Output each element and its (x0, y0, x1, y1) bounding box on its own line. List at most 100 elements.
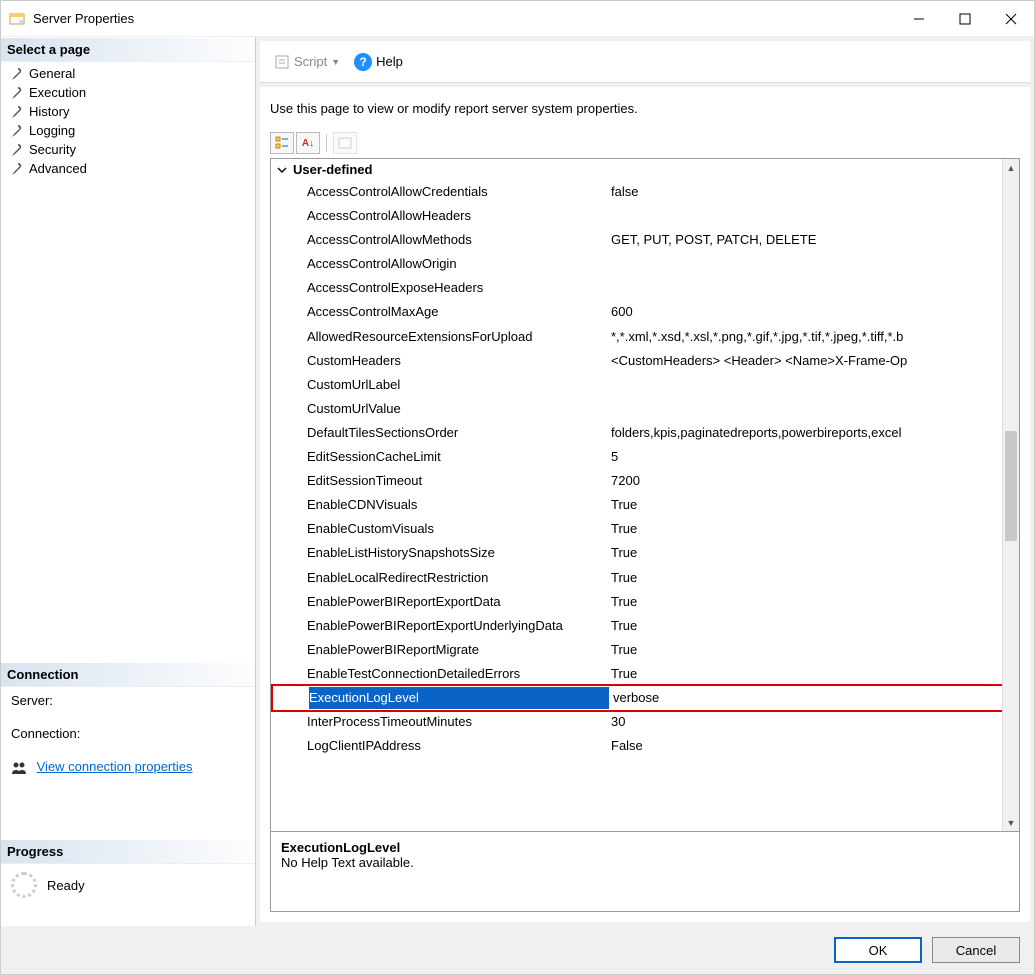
property-row[interactable]: AccessControlExposeHeaders (271, 276, 1019, 300)
property-value[interactable]: False (607, 735, 1019, 757)
property-value[interactable]: GET, PUT, POST, PATCH, DELETE (607, 229, 1019, 251)
categorized-icon (275, 136, 289, 150)
scroll-thumb[interactable] (1005, 431, 1017, 541)
property-row[interactable]: AccessControlMaxAge600 (271, 300, 1019, 324)
toolbar-separator (326, 134, 327, 152)
property-name: EnableTestConnectionDetailedErrors (307, 663, 607, 685)
page-item-logging[interactable]: Logging (5, 121, 251, 140)
minimize-button[interactable] (896, 3, 942, 35)
property-name: AccessControlAllowHeaders (307, 205, 607, 227)
server-properties-dialog: Server Properties Select a page GeneralE… (0, 0, 1035, 975)
titlebar[interactable]: Server Properties (1, 1, 1034, 37)
property-row[interactable]: AccessControlAllowHeaders (271, 204, 1019, 228)
page-item-execution[interactable]: Execution (5, 83, 251, 102)
property-row[interactable]: DefaultTilesSectionsOrderfolders,kpis,pa… (271, 421, 1019, 445)
ok-button[interactable]: OK (834, 937, 922, 963)
property-value[interactable] (607, 205, 1019, 227)
vertical-scrollbar[interactable]: ▲ ▼ (1002, 159, 1019, 831)
wrench-icon (9, 105, 23, 119)
property-value[interactable]: 600 (607, 301, 1019, 323)
property-name: CustomUrlValue (307, 398, 607, 420)
property-row[interactable]: ExecutionLogLevel (273, 686, 1017, 710)
property-pages-button[interactable] (333, 132, 357, 154)
property-name: AccessControlExposeHeaders (307, 277, 607, 299)
page-item-security[interactable]: Security (5, 140, 251, 159)
property-value[interactable]: <CustomHeaders> <Header> <Name>X-Frame-O… (607, 350, 1019, 372)
property-row[interactable]: EnablePowerBIReportMigrateTrue (271, 638, 1019, 662)
property-row[interactable]: EnableCustomVisualsTrue (271, 517, 1019, 541)
window-icon (9, 11, 25, 27)
alphabetical-button[interactable]: A↓ (296, 132, 320, 154)
property-row[interactable]: CustomHeaders<CustomHeaders> <Header> <N… (271, 349, 1019, 373)
script-button[interactable]: Script ▼ (270, 52, 344, 72)
cancel-button[interactable]: Cancel (932, 937, 1020, 963)
categorized-button[interactable] (270, 132, 294, 154)
property-pages-icon (338, 137, 352, 149)
category-label: User-defined (293, 162, 372, 177)
property-value[interactable]: True (607, 518, 1019, 540)
progress-header: Progress (1, 839, 255, 864)
property-row[interactable]: AccessControlAllowOrigin (271, 252, 1019, 276)
property-row[interactable]: AccessControlAllowMethodsGET, PUT, POST,… (271, 228, 1019, 252)
property-value[interactable] (607, 277, 1019, 299)
property-value[interactable] (607, 398, 1019, 420)
scroll-down-icon[interactable]: ▼ (1003, 814, 1019, 831)
property-grid[interactable]: User-defined AccessControlAllowCredentia… (270, 158, 1020, 832)
property-row[interactable]: LogClientIPAddressFalse (271, 734, 1019, 758)
selected-row-highlight: ExecutionLogLevel (271, 684, 1019, 712)
property-row[interactable]: EditSessionTimeout7200 (271, 469, 1019, 493)
scroll-track[interactable] (1003, 176, 1019, 814)
property-row[interactable]: EnablePowerBIReportExportDataTrue (271, 590, 1019, 614)
property-name: EnablePowerBIReportExportUnderlyingData (307, 615, 607, 637)
property-value[interactable]: True (607, 663, 1019, 685)
property-row[interactable]: AccessControlAllowCredentialsfalse (271, 180, 1019, 204)
property-value[interactable] (607, 253, 1019, 275)
property-value[interactable]: True (607, 494, 1019, 516)
property-value[interactable]: 30 (607, 711, 1019, 733)
property-row[interactable]: CustomUrlValue (271, 397, 1019, 421)
content-area: Use this page to view or modify report s… (260, 87, 1030, 922)
page-item-history[interactable]: History (5, 102, 251, 121)
property-value[interactable]: 7200 (607, 470, 1019, 492)
property-value[interactable]: folders,kpis,paginatedreports,powerbirep… (607, 422, 1019, 444)
wrench-icon (9, 67, 23, 81)
close-button[interactable] (988, 3, 1034, 35)
property-value[interactable]: false (607, 181, 1019, 203)
help-button[interactable]: ? Help (350, 51, 407, 73)
property-row[interactable]: EnablePowerBIReportExportUnderlyingDataT… (271, 614, 1019, 638)
property-value[interactable]: 5 (607, 446, 1019, 468)
left-pane: Select a page GeneralExecutionHistoryLog… (1, 37, 256, 926)
page-item-label: History (29, 104, 69, 119)
property-name: ExecutionLogLevel (309, 687, 609, 709)
property-row[interactable]: EnableLocalRedirectRestrictionTrue (271, 566, 1019, 590)
property-name: DefaultTilesSectionsOrder (307, 422, 607, 444)
property-row[interactable]: EnableCDNVisualsTrue (271, 493, 1019, 517)
property-value[interactable]: True (607, 615, 1019, 637)
property-value[interactable] (607, 374, 1019, 396)
maximize-button[interactable] (942, 3, 988, 35)
chevron-down-icon (277, 165, 287, 175)
property-row[interactable]: InterProcessTimeoutMinutes30 (271, 710, 1019, 734)
page-item-advanced[interactable]: Advanced (5, 159, 251, 178)
property-row[interactable]: EditSessionCacheLimit5 (271, 445, 1019, 469)
property-value[interactable]: True (607, 591, 1019, 613)
page-item-general[interactable]: General (5, 64, 251, 83)
property-row[interactable]: EnableListHistorySnapshotsSizeTrue (271, 541, 1019, 565)
property-value[interactable]: True (607, 542, 1019, 564)
property-value[interactable]: True (607, 639, 1019, 661)
connection-block: Server: Connection: View connection prop… (1, 687, 255, 799)
property-name: AllowedResourceExtensionsForUpload (307, 326, 607, 348)
scroll-up-icon[interactable]: ▲ (1003, 159, 1019, 176)
category-row[interactable]: User-defined (271, 159, 1019, 180)
property-row[interactable]: CustomUrlLabel (271, 373, 1019, 397)
property-value-input[interactable] (613, 687, 813, 709)
property-name: CustomHeaders (307, 350, 607, 372)
page-item-label: Execution (29, 85, 86, 100)
property-value[interactable] (609, 687, 1017, 709)
property-row[interactable]: EnableTestConnectionDetailedErrorsTrue (271, 662, 1019, 686)
view-connection-properties-link[interactable]: View connection properties (37, 759, 193, 774)
property-value[interactable]: True (607, 567, 1019, 589)
property-row[interactable]: AllowedResourceExtensionsForUpload*,*.xm… (271, 325, 1019, 349)
property-value[interactable]: *,*.xml,*.xsd,*.xsl,*.png,*.gif,*.jpg,*.… (607, 326, 1019, 348)
page-item-label: Advanced (29, 161, 87, 176)
